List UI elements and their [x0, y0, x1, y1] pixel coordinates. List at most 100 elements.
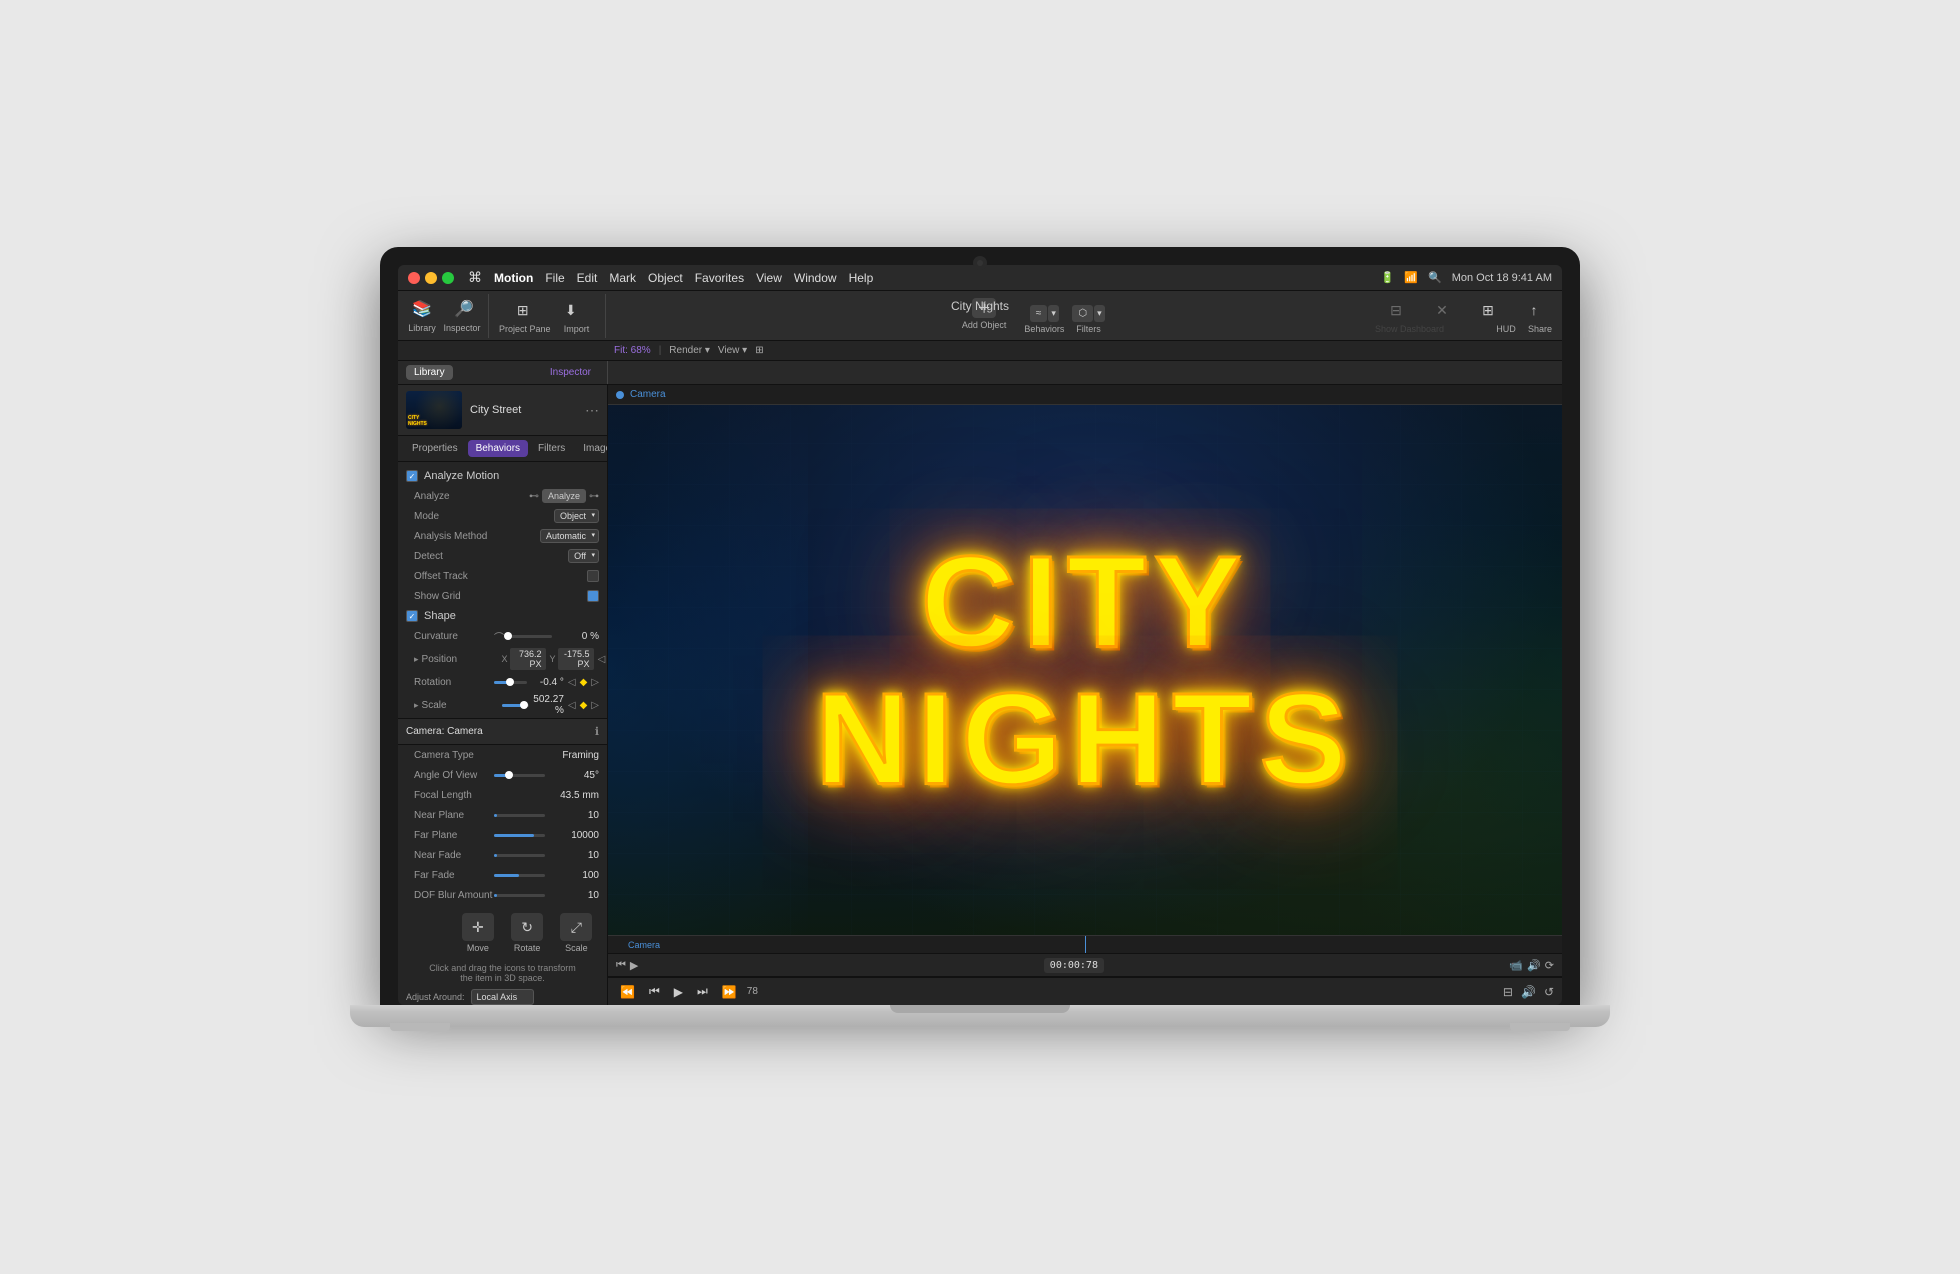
close-button[interactable]: [408, 272, 420, 284]
pb-loop-icon[interactable]: ↺: [1544, 985, 1554, 999]
focal-length-row: Focal Length 43.5 mm: [398, 785, 607, 805]
mode-dropdown[interactable]: Object: [554, 509, 599, 523]
tab-image[interactable]: Image: [575, 440, 608, 457]
rotate-transform[interactable]: ↻ Rotate: [505, 913, 550, 953]
far-plane-slider[interactable]: [494, 834, 545, 837]
loop-icon[interactable]: ⟳: [1545, 959, 1554, 972]
scale-slider[interactable]: [502, 704, 530, 707]
camera-tab-label: Camera: [630, 389, 666, 400]
import-button[interactable]: ⬇: [551, 298, 591, 323]
scale-keyframe-prev[interactable]: ◁: [568, 700, 576, 711]
pb-step-back-button[interactable]: ⏮: [645, 982, 664, 1001]
tab-filters[interactable]: Filters: [530, 440, 573, 457]
dof-fill: [494, 894, 497, 897]
library-button[interactable]: 📚: [402, 298, 442, 322]
menu-file[interactable]: File: [545, 271, 564, 285]
scale-thumb[interactable]: [520, 701, 528, 709]
curvature-thumb[interactable]: [504, 632, 512, 640]
inspector-button[interactable]: 🔎: [444, 298, 484, 322]
shape-header[interactable]: ✓ Shape: [398, 606, 607, 626]
timeline-marker[interactable]: [1085, 936, 1086, 953]
aov-slider[interactable]: [494, 774, 545, 777]
dof-slider[interactable]: [494, 894, 545, 897]
hud-button[interactable]: ⊞: [1468, 298, 1508, 323]
filters-button[interactable]: ⬡ ▾ Filters: [1072, 305, 1104, 334]
scale-transform[interactable]: ⤢ Scale: [554, 913, 599, 953]
rotation-keyframe-next[interactable]: ▷: [591, 677, 599, 688]
maximize-button[interactable]: [442, 272, 454, 284]
apple-menu[interactable]: ⌘: [468, 269, 482, 286]
share-button[interactable]: ↑: [1514, 298, 1554, 322]
offset-track-checkbox[interactable]: [587, 570, 599, 582]
project-pane-button[interactable]: ⊞: [503, 298, 543, 323]
tab-properties[interactable]: Properties: [404, 440, 466, 457]
rotation-slider[interactable]: [494, 681, 527, 684]
pb-split-view-icon[interactable]: ⊟: [1503, 985, 1513, 999]
audio-icon[interactable]: 🔊: [1527, 959, 1541, 972]
detect-dropdown[interactable]: Off: [568, 549, 599, 563]
tab-inspector[interactable]: Inspector: [542, 365, 599, 380]
near-fade-slider[interactable]: [494, 854, 545, 857]
pb-play-button[interactable]: ▶: [670, 983, 687, 1001]
pb-rewind-button[interactable]: ⏪: [616, 983, 639, 1001]
menu-edit[interactable]: Edit: [577, 271, 598, 285]
app-menu-motion[interactable]: Motion: [494, 271, 533, 285]
behaviors-button[interactable]: ≈ ▾ Behaviors: [1024, 305, 1064, 334]
canvas-viewport[interactable]: CITY NIGHTS: [608, 405, 1562, 935]
camera-info-icon[interactable]: ℹ: [595, 725, 599, 738]
filters-dropdown[interactable]: ▾: [1094, 305, 1105, 322]
pb-right: ⊟ 🔊 ↺: [1503, 985, 1554, 999]
behaviors-dropdown[interactable]: ▾: [1048, 305, 1059, 322]
show-dashboard-button[interactable]: ⊟: [1376, 298, 1416, 323]
position-keyframe-prev[interactable]: ◁: [598, 654, 606, 665]
fit-percentage[interactable]: Fit: 68%: [614, 345, 651, 356]
play-rewind-icon[interactable]: ⏮: [616, 959, 626, 972]
position-x-value[interactable]: 736.2 PX: [510, 648, 546, 670]
far-fade-slider[interactable]: [494, 874, 545, 877]
menu-mark[interactable]: Mark: [609, 271, 636, 285]
inspector-content: ✓ Analyze Motion Analyze ⊷ Analyze: [398, 462, 607, 1005]
move-transform[interactable]: ✛ Move: [455, 913, 500, 953]
pb-fwd-button[interactable]: ⏩: [718, 983, 741, 1001]
analysis-method-dropdown[interactable]: Automatic: [540, 529, 599, 543]
camera-dot: [977, 260, 983, 266]
aov-thumb[interactable]: [505, 771, 513, 779]
full-screen-button[interactable]: ✕: [1422, 298, 1462, 323]
near-fade-fill: [494, 854, 497, 857]
search-menu-icon[interactable]: 🔍: [1428, 271, 1442, 284]
analyze-motion-header[interactable]: ✓ Analyze Motion: [398, 466, 607, 486]
menu-favorites[interactable]: Favorites: [695, 271, 744, 285]
grid-icon[interactable]: ⊞: [755, 345, 763, 356]
rotation-keyframe-add[interactable]: ◆: [580, 677, 588, 688]
show-grid-checkbox[interactable]: [587, 590, 599, 602]
menu-object[interactable]: Object: [648, 271, 683, 285]
minimize-button[interactable]: [425, 272, 437, 284]
laptop-base: [350, 1005, 1610, 1027]
menu-window[interactable]: Window: [794, 271, 837, 285]
layer-more-button[interactable]: ⋯: [585, 402, 599, 419]
position-y-value[interactable]: -175.5 PX: [558, 648, 594, 670]
near-plane-slider[interactable]: [494, 814, 545, 817]
analyze-button[interactable]: Analyze: [542, 489, 586, 503]
tab-behaviors[interactable]: Behaviors: [468, 440, 528, 457]
scale-keyframe-add[interactable]: ◆: [580, 700, 588, 711]
pb-audio-icon[interactable]: 🔊: [1521, 985, 1536, 999]
view-dropdown[interactable]: View ▾: [718, 345, 747, 356]
analyze-motion-checkbox[interactable]: ✓: [406, 470, 418, 482]
play-icon[interactable]: ▶: [630, 959, 638, 972]
menu-view[interactable]: View: [756, 271, 782, 285]
render-dropdown[interactable]: Render ▾: [669, 345, 710, 356]
curvature-slider[interactable]: [508, 635, 552, 638]
scale-keyframe-next[interactable]: ▷: [591, 700, 599, 711]
transform-hint: Click and drag the icons to transformthe…: [398, 961, 607, 985]
rotation-keyframe-prev[interactable]: ◁: [568, 677, 576, 688]
pb-step-fwd-button[interactable]: ⏭: [693, 982, 712, 1001]
dof-blur-control: 10: [494, 890, 599, 901]
rotation-thumb[interactable]: [506, 678, 514, 686]
shape-checkbox[interactable]: ✓: [406, 610, 418, 622]
tab-library[interactable]: Library: [406, 365, 453, 380]
menu-help[interactable]: Help: [849, 271, 874, 285]
adjust-dropdown[interactable]: Local Axis: [471, 989, 535, 1005]
neon-line2: NIGHTS: [815, 670, 1354, 807]
video-icon[interactable]: 📹: [1509, 959, 1523, 972]
